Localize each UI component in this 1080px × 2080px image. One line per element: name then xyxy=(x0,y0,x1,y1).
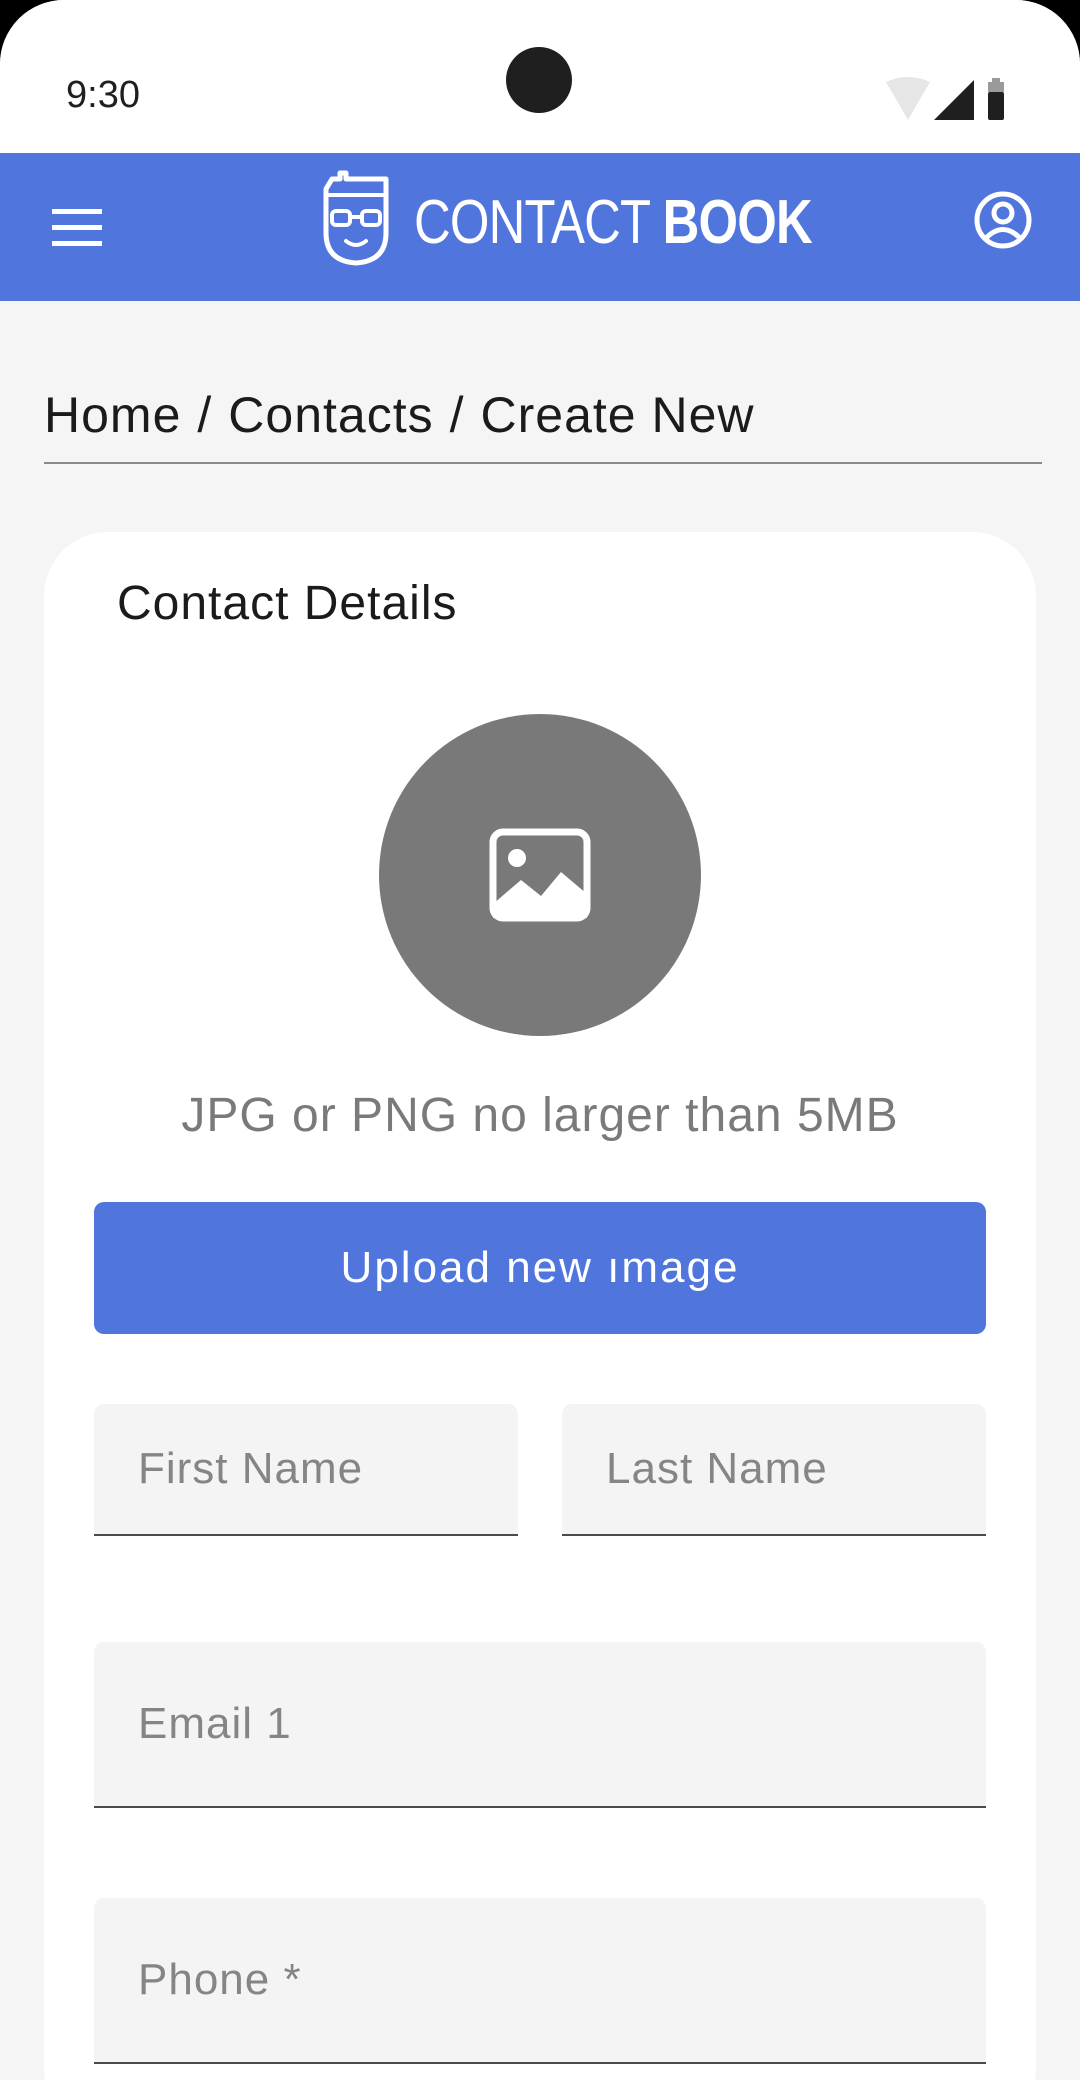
first-name-field[interactable] xyxy=(94,1404,518,1536)
app-bar: CONTACT BOOK xyxy=(0,153,1080,301)
upload-image-button[interactable]: Upload new ımage xyxy=(94,1202,986,1334)
status-time: 9:30 xyxy=(66,74,140,116)
breadcrumb-home[interactable]: Home xyxy=(44,387,181,443)
last-name-field[interactable] xyxy=(562,1404,986,1536)
breadcrumb-separator: / xyxy=(197,387,213,443)
cellular-signal-icon xyxy=(934,80,974,120)
phone-screen: 9:30 CONTACT BOOK Home / Contacts / Crea… xyxy=(0,0,1080,2080)
breadcrumb-separator: / xyxy=(449,387,465,443)
app-logo-text: CONTACT BOOK xyxy=(414,183,813,263)
email-field[interactable] xyxy=(94,1642,986,1808)
first-name-input[interactable] xyxy=(138,1404,474,1534)
logo-text-bold: BOOK xyxy=(662,188,813,257)
contact-details-card: Contact Details JPG or PNG no larger tha… xyxy=(44,532,1036,2080)
breadcrumb-contacts[interactable]: Contacts xyxy=(228,387,433,443)
image-size-hint: JPG or PNG no larger than 5MB xyxy=(181,1089,899,1142)
wifi-icon xyxy=(886,77,930,120)
phone-field[interactable] xyxy=(94,1898,986,2064)
breadcrumb-create-new: Create New xyxy=(480,387,755,443)
logo-text-light: CONTACT xyxy=(414,188,650,257)
status-bar: 9:30 xyxy=(0,0,1080,153)
breadcrumb: Home / Contacts / Create New xyxy=(44,386,1042,464)
last-name-input[interactable] xyxy=(606,1404,942,1534)
card-title: Contact Details xyxy=(117,577,458,630)
camera-cutout xyxy=(506,47,572,113)
email-input[interactable] xyxy=(138,1642,942,1806)
contact-avatar-placeholder[interactable] xyxy=(379,714,701,1036)
status-icons xyxy=(886,77,1004,120)
image-placeholder-icon xyxy=(489,828,591,922)
battery-icon xyxy=(988,78,1004,120)
account-circle-icon[interactable] xyxy=(972,189,1034,251)
contact-book-logo-icon xyxy=(323,170,389,266)
phone-input[interactable] xyxy=(138,1898,942,2062)
menu-icon[interactable] xyxy=(46,197,108,257)
